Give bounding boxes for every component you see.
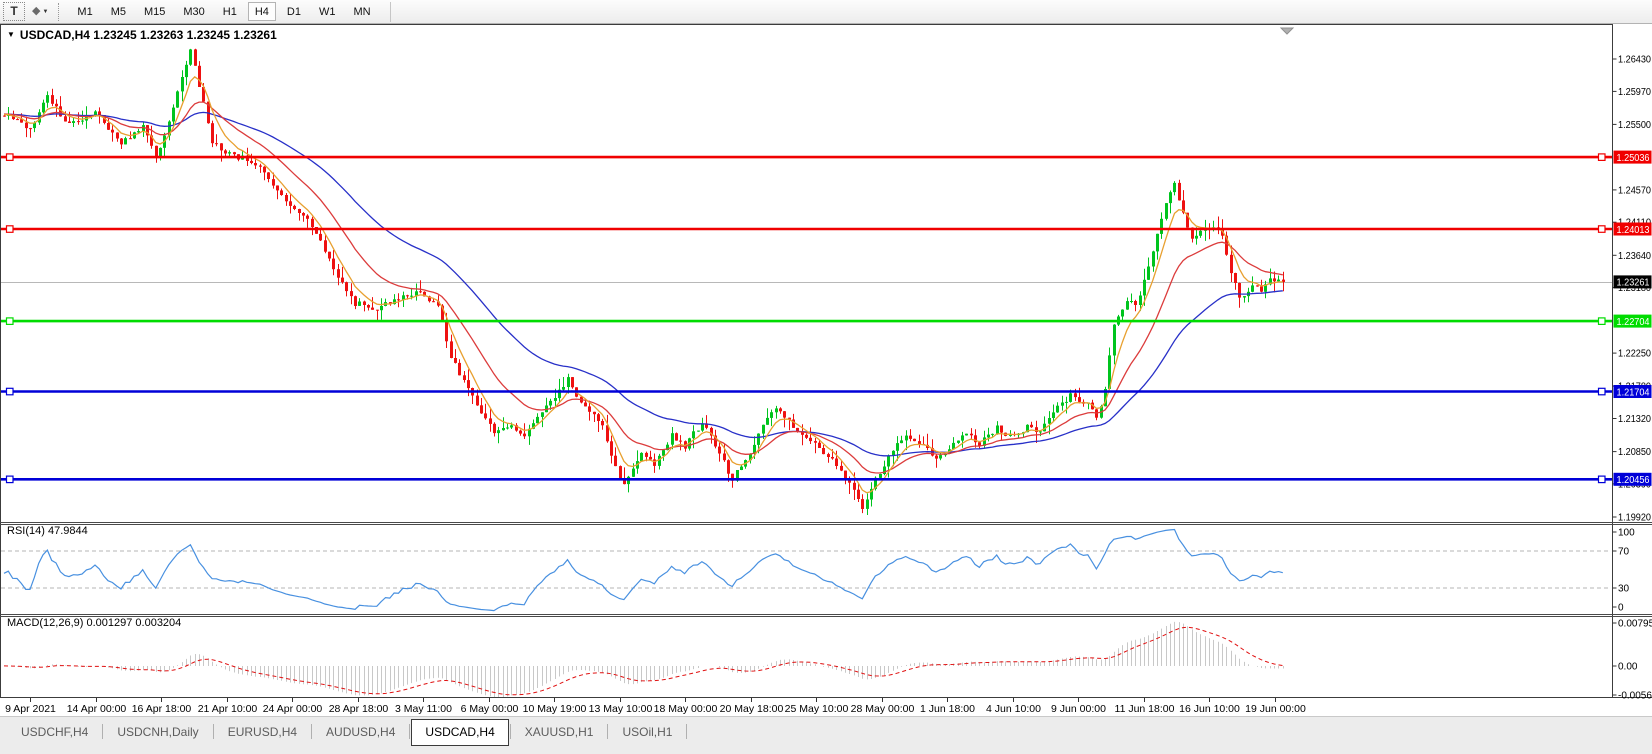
chart-title: ▼ USDCAD,H4 1.23245 1.23263 1.23245 1.23… [7, 28, 277, 42]
current-price-tag: 1.23261 [1614, 275, 1652, 288]
tab-separator [213, 724, 214, 739]
drawing-tools-button[interactable]: ◆ ▼ [28, 2, 52, 21]
timeframe-button-h1[interactable]: H1 [216, 2, 244, 21]
timeframe-button-m30[interactable]: M30 [176, 2, 211, 21]
svg-text:9 Jun 00:00: 9 Jun 00:00 [1051, 703, 1106, 715]
svg-text:1.25036: 1.25036 [1617, 153, 1650, 164]
price-tag-1.25036: 1.25036 [1614, 151, 1652, 164]
svg-text:1.21320: 1.21320 [1618, 414, 1651, 425]
svg-text:18 May 00:00: 18 May 00:00 [654, 703, 718, 715]
top-toolbar: T ◆ ▼ M1 M5M15M30 H1H4D1W1MN [0, 0, 1652, 24]
svg-text:28 May 00:00: 28 May 00:00 [851, 703, 915, 715]
svg-text:1.23261: 1.23261 [1617, 278, 1650, 289]
svg-text:0: 0 [1618, 603, 1624, 614]
svg-text:70: 70 [1618, 547, 1630, 558]
timeframe-button-d1[interactable]: D1 [280, 2, 308, 21]
toolbar-grip [58, 3, 59, 21]
diamond-icon: ◆ [32, 6, 40, 17]
svg-text:28 Apr 18:00: 28 Apr 18:00 [329, 703, 389, 715]
mt4-terminal: T ◆ ▼ M1 M5M15M30 H1H4D1W1MN RSI(14) 47.98… [0, 0, 1652, 754]
svg-text:1.22704: 1.22704 [1617, 317, 1650, 328]
timeframe-button-mn[interactable]: MN [346, 2, 377, 21]
timeframe-button-m5[interactable]: M5 [104, 2, 133, 21]
tab-separator [607, 724, 608, 739]
svg-text:16 Jun 10:00: 16 Jun 10:00 [1179, 703, 1240, 715]
timeframe-button-h4[interactable]: H4 [248, 2, 276, 21]
svg-text:14 Apr 00:00: 14 Apr 00:00 [67, 703, 127, 715]
tab-xauusd-h1[interactable]: XAUUSD,H1 [512, 722, 607, 742]
tab-separator [510, 724, 511, 739]
svg-text:1.23640: 1.23640 [1618, 251, 1651, 262]
symbol-dropdown-icon[interactable]: ▼ [7, 31, 15, 39]
svg-text:16 Apr 18:00: 16 Apr 18:00 [132, 703, 192, 715]
svg-text:1.25500: 1.25500 [1618, 120, 1651, 131]
svg-text:-0.005663: -0.005663 [1618, 691, 1652, 702]
svg-text:25 May 10:00: 25 May 10:00 [785, 703, 849, 715]
svg-text:11 Jun 18:00: 11 Jun 18:00 [1115, 703, 1175, 715]
svg-text:13 May 10:00: 13 May 10:00 [589, 703, 653, 715]
svg-text:0.00: 0.00 [1618, 662, 1638, 673]
tab-separator [102, 724, 103, 739]
svg-text:20 May 18:00: 20 May 18:00 [720, 703, 784, 715]
price-tag-1.24013: 1.24013 [1614, 223, 1652, 236]
svg-text:3 May 11:00: 3 May 11:00 [395, 703, 452, 715]
tab-separator [686, 724, 687, 739]
svg-text:1.20456: 1.20456 [1617, 475, 1650, 486]
svg-text:21 Apr 10:00: 21 Apr 10:00 [198, 703, 258, 715]
svg-text:1.21704: 1.21704 [1617, 387, 1650, 398]
tab-separator [311, 724, 312, 739]
dropdown-caret-icon: ▼ [42, 9, 48, 15]
svg-text:24 Apr 00:00: 24 Apr 00:00 [263, 703, 323, 715]
svg-text:1.19920: 1.19920 [1618, 513, 1651, 524]
svg-text:0.007959: 0.007959 [1618, 619, 1652, 630]
tab-separator [409, 724, 410, 739]
timeframe-button-m1[interactable]: M1 [70, 2, 99, 21]
svg-text:9 Apr 2021: 9 Apr 2021 [5, 703, 56, 715]
timeframe-button-m15[interactable]: M15 [137, 2, 172, 21]
svg-text:30: 30 [1618, 584, 1630, 595]
rsi-label: RSI(14) 47.9844 [7, 525, 88, 537]
chart-canvas[interactable]: RSI(14) 47.9844 MACD(12,26,9) 0.001297 0.… [0, 24, 1652, 716]
svg-text:4 Jun 10:00: 4 Jun 10:00 [986, 703, 1041, 715]
tab-usoil-h1[interactable]: USOil,H1 [609, 722, 685, 742]
svg-text:1 Jun 18:00: 1 Jun 18:00 [920, 703, 975, 715]
chart-tab-bar: USDCHF,H4USDCNH,DailyEURUSD,H4AUDUSD,H4U… [0, 716, 1652, 754]
svg-text:1.24570: 1.24570 [1618, 185, 1651, 196]
text-tool-button[interactable]: T [3, 2, 25, 21]
tab-usdchf-h4[interactable]: USDCHF,H4 [8, 722, 101, 742]
macd-label: MACD(12,26,9) 0.001297 0.003204 [7, 617, 181, 629]
svg-text:6 May 00:00: 6 May 00:00 [461, 703, 519, 715]
price-tag-1.22704: 1.22704 [1614, 315, 1652, 328]
timeframe-button-group: M1 M5M15M30 H1H4D1W1MN [68, 2, 379, 21]
svg-text:1.24013: 1.24013 [1617, 225, 1650, 236]
svg-text:1.22250: 1.22250 [1618, 349, 1651, 360]
tab-usdcad-h4[interactable]: USDCAD,H4 [411, 719, 508, 746]
tab-eurusd-h4[interactable]: EURUSD,H4 [215, 722, 310, 742]
svg-text:10 May 19:00: 10 May 19:00 [523, 703, 587, 715]
chart-title-text: USDCAD,H4 1.23245 1.23263 1.23245 1.2326… [20, 28, 277, 42]
chart-window: RSI(14) 47.9844 MACD(12,26,9) 0.001297 0.… [0, 24, 1652, 716]
svg-text:100: 100 [1618, 528, 1635, 539]
price-tag-1.21704: 1.21704 [1614, 385, 1652, 398]
svg-text:1.25970: 1.25970 [1618, 87, 1651, 98]
time-axis[interactable]: 9 Apr 2021 14 Apr 00:00 16 Apr 18:00 21 Apr… [5, 698, 1306, 715]
svg-text:19 Jun 00:00: 19 Jun 00:00 [1245, 703, 1306, 715]
svg-text:1.26430: 1.26430 [1618, 55, 1651, 66]
tab-usdcnh-daily[interactable]: USDCNH,Daily [104, 722, 211, 742]
tab-audusd-h4[interactable]: AUDUSD,H4 [313, 722, 408, 742]
chart-frame [1, 25, 1613, 698]
toolbar-separator [390, 2, 391, 22]
price-tag-1.20456: 1.20456 [1614, 473, 1652, 486]
timeframe-button-w1[interactable]: W1 [312, 2, 343, 21]
svg-text:1.20850: 1.20850 [1618, 447, 1651, 458]
